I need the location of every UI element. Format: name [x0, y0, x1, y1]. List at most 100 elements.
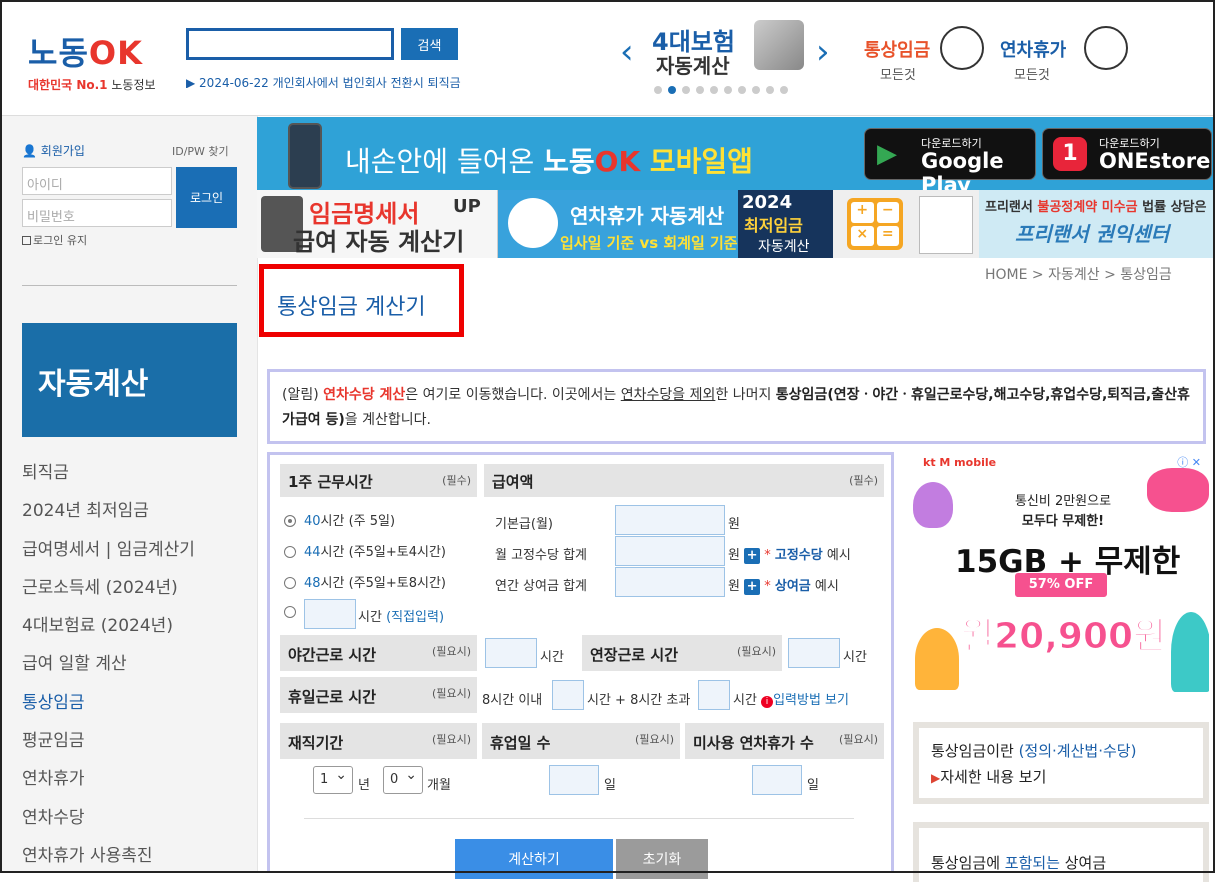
notice-link[interactable]: 연차수당 계산	[323, 387, 405, 403]
page-title-box: 통상임금 계산기	[259, 264, 464, 337]
user-icon: 👤	[22, 144, 37, 158]
logo-text: 노동OK	[28, 34, 143, 72]
mascot-icon	[913, 482, 953, 528]
ad-info-icon[interactable]: ⓘ ✕	[1177, 454, 1201, 470]
freelancer-line2: 프리랜서 권익센터	[1015, 222, 1170, 246]
annual-banner-sub: 모든것	[1014, 68, 1050, 83]
logo-tagline: 대한민국 No.1 노동정보	[28, 78, 156, 92]
holiday-over-8h-input[interactable]	[698, 680, 730, 710]
month-unit: 개월	[427, 778, 451, 793]
join-label: 회원가입	[40, 144, 85, 158]
min-wage-banner[interactable]: 2024 최저임금 자동계산	[738, 190, 833, 258]
notice-box: (알림) 연차수당 계산은 여기로 이동했습니다. 이곳에서는 연차수당을 제외…	[267, 369, 1206, 444]
night-hours-input[interactable]	[485, 638, 537, 668]
freelancer-banner[interactable]: 프리랜서 불공정계약 미수금 법률 상담은 프리랜서 권익센터	[979, 190, 1215, 258]
find-account-link[interactable]: ID/PW 찾기	[172, 143, 229, 159]
definition-title: 통상임금이란 (정의·계산법·수당)	[931, 742, 1137, 760]
sidebar-item[interactable]: 급여명세서 | 임금계산기	[22, 535, 195, 573]
howto-link[interactable]: 시간 i 입력방법 보기	[733, 689, 849, 708]
definition-card[interactable]: 통상임금이란 (정의·계산법·수당) ▶자세한 내용 보기	[913, 722, 1209, 804]
sidebar-item[interactable]: 연차휴가	[22, 764, 195, 802]
radio-40-hours[interactable]: 40시간 (주 5일)	[284, 510, 395, 529]
holiday-hours-label: 휴일근로 시간 (필요시)	[280, 677, 477, 713]
sidebar-item[interactable]: 평균임금	[22, 726, 195, 764]
insurance-calc-banner[interactable]: + − × =	[833, 190, 979, 258]
one-store-button[interactable]: 1 다운로드하기 ONEstore	[1042, 128, 1212, 180]
calculate-button[interactable]: 계산하기	[455, 839, 613, 879]
leave-days-input[interactable]	[549, 765, 599, 795]
divider	[22, 285, 237, 286]
sidebar-item[interactable]: 2024년 최저임금	[22, 496, 195, 534]
mascot-icon	[1147, 468, 1209, 512]
custom-hours-input[interactable]	[304, 599, 356, 629]
prev-arrow-icon[interactable]: ‹	[620, 32, 634, 72]
years-select[interactable]: 1	[313, 766, 353, 794]
login-button[interactable]: 로그인	[176, 167, 237, 228]
calculator-icon: + − × =	[847, 198, 903, 250]
radio-44-hours[interactable]: 44시간 (주5일+토4시간)	[284, 541, 446, 560]
radio-custom-hours[interactable]	[284, 605, 304, 620]
leave-subtitle: 입사일 기준 vs 회계일 기준	[560, 234, 738, 252]
character-icon	[508, 198, 558, 248]
radio-48-hours[interactable]: 48시간 (주5일+토8시간)	[284, 572, 446, 591]
sidebar-item[interactable]: 연차휴가 사용촉진	[22, 841, 195, 879]
next-arrow-icon[interactable]: ›	[816, 32, 830, 72]
leave-days-label: 휴업일 수 (필요시)	[482, 723, 680, 759]
tenure-label: 재직기간 (필요시)	[280, 723, 477, 759]
reset-button[interactable]: 초기화	[616, 839, 708, 879]
banner-4-line2: 자동계산	[656, 54, 730, 78]
play-icon: ▶	[877, 139, 897, 169]
onestore-icon: 1	[1053, 137, 1087, 171]
news-ticker[interactable]: ▶ 2024-06-22 개인회사에서 법인회사 전환시 퇴직금	[186, 74, 526, 88]
salary-label: 급여액 (필수)	[484, 464, 884, 497]
holiday-within-8h-input[interactable]	[552, 680, 584, 710]
search-button[interactable]: 검색	[401, 28, 458, 60]
sidebar-item[interactable]: 퇴직금	[22, 458, 195, 496]
id-input[interactable]: 아이디	[22, 167, 172, 195]
fixed-allowance-input[interactable]	[615, 536, 725, 566]
advertisement[interactable]: kt M mobile ⓘ ✕ 통신비 2만원으로 모두다 무제한! 15GB …	[913, 452, 1209, 695]
triangle-icon: ▶	[931, 771, 941, 785]
night-hours-label: 야간근로 시간 (필요시)	[280, 635, 477, 671]
join-link[interactable]: 👤 회원가입	[22, 142, 85, 159]
payslip-banner[interactable]: 임금명세서 UP 급여 자동 계산기	[257, 190, 498, 258]
months-select[interactable]: 0	[383, 766, 423, 794]
breadcrumb: HOME > 자동계산 > 통상임금	[985, 267, 1172, 283]
sidebar-item[interactable]: 4대보험료 (2024년)	[22, 611, 195, 649]
calculator-icon	[754, 20, 804, 70]
sidebar-item[interactable]: 근로소득세 (2024년)	[22, 573, 195, 611]
sidebar-item[interactable]: 급여 일할 계산	[22, 649, 195, 687]
google-play-button[interactable]: ▶ 다운로드하기 Google Play	[864, 128, 1036, 197]
ad-line1: 통신비 2만원으로	[1014, 494, 1112, 509]
base-pay-input[interactable]	[615, 505, 725, 535]
min-wage-year: 2024	[742, 192, 793, 213]
banner-4-insurance[interactable]: ‹ 4대보험 자동계산 ›	[620, 18, 840, 82]
store-big-text: ONEstore	[1099, 149, 1211, 173]
site-header: 노동OK 대한민국 No.1 노동정보 검색 ▶ 2024-06-22 개인회사…	[0, 0, 1215, 116]
min-wage-calc: 자동계산	[758, 239, 810, 255]
day-unit: 일	[807, 778, 819, 793]
section-title: 자동계산	[22, 323, 237, 437]
sidebar-item[interactable]: 연차수당	[22, 803, 195, 841]
unused-leave-input[interactable]	[752, 765, 802, 795]
keep-login-checkbox[interactable]: 로그인 유지	[22, 232, 87, 248]
annual-bonus-input[interactable]	[615, 567, 725, 597]
carousel-dots[interactable]	[654, 86, 788, 94]
day-unit: 일	[604, 778, 616, 793]
overtime-hours-input[interactable]	[788, 638, 840, 668]
annual-leave-calc-banner[interactable]: 연차휴가 자동계산 입사일 기준 vs 회계일 기준	[498, 190, 738, 258]
plus-icon[interactable]: +	[744, 578, 761, 595]
sidebar-item-active[interactable]: 통상임금	[22, 688, 195, 726]
plus-icon[interactable]: +	[744, 547, 761, 564]
payslip-subtitle: 급여 자동 계산기	[293, 228, 465, 256]
password-input[interactable]: 비밀번호	[22, 199, 172, 227]
info-icon: i	[761, 696, 774, 708]
year-unit: 년	[358, 778, 370, 793]
freelancer-line1: 프리랜서 불공정계약 미수금 법률 상담은	[985, 200, 1207, 215]
ad-price: 월20,900원	[960, 616, 1167, 658]
search-input[interactable]	[186, 28, 394, 60]
site-logo[interactable]: 노동OK 대한민국 No.1 노동정보	[28, 28, 156, 93]
more-link[interactable]: ▶자세한 내용 보기	[931, 766, 1046, 787]
wage-banner-title: 통상임금	[864, 40, 931, 61]
bonus-card[interactable]: 통상임금에 포함되는 상여금	[913, 822, 1209, 882]
